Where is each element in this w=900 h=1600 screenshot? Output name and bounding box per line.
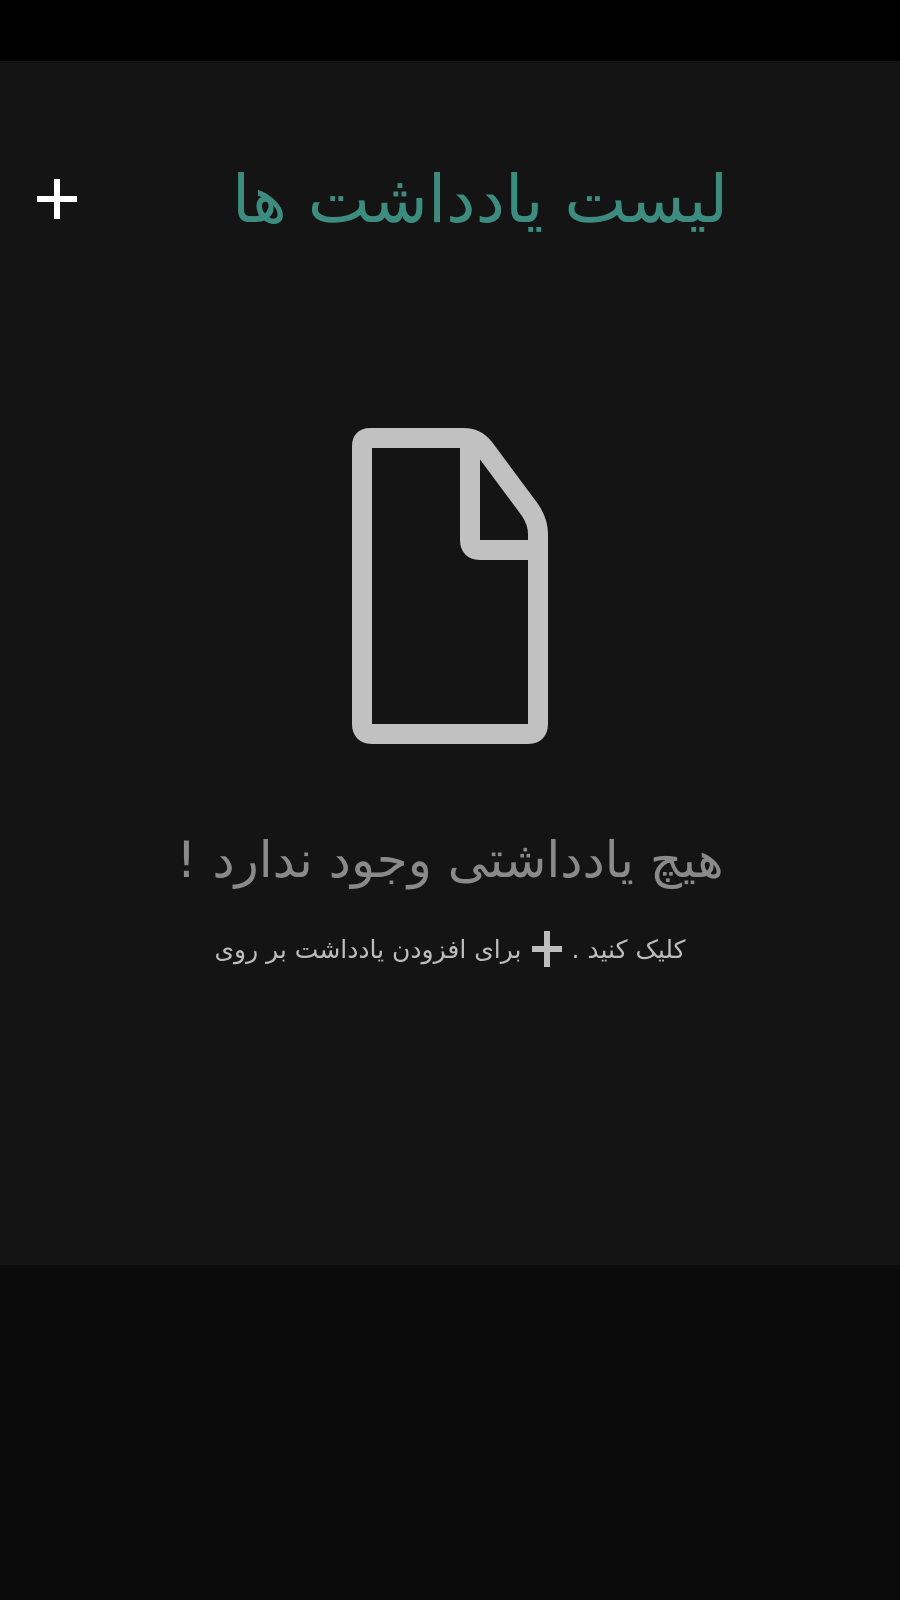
hint-text-start: برای افزودن یادداشت بر روی: [214, 934, 522, 964]
navigation-bar-area: [0, 1265, 900, 1600]
empty-state-title: هیچ یادداشتی وجود ندارد !: [176, 831, 724, 889]
plus-icon: [37, 179, 77, 219]
page-title: لیست یادداشت ها: [231, 161, 729, 238]
hint-text-end: کلیک کنید .: [571, 934, 686, 964]
empty-state-hint: برای افزودن یادداشت بر روی کلیک کنید .: [100, 924, 800, 974]
file-icon: [352, 428, 548, 744]
status-bar: [0, 0, 900, 61]
plus-icon: [530, 929, 564, 969]
add-note-button[interactable]: [30, 172, 84, 226]
